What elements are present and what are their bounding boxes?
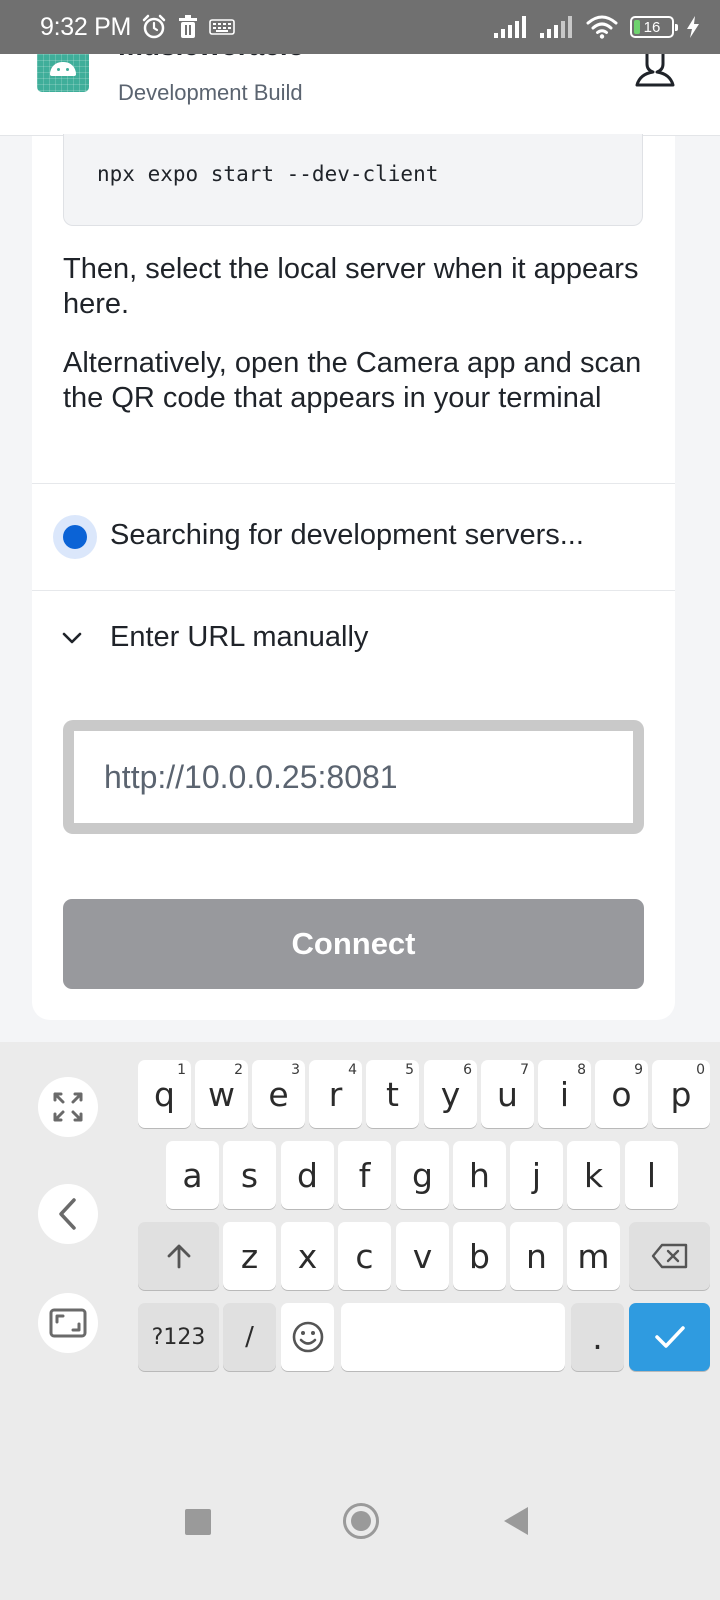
url-input[interactable] xyxy=(74,731,633,823)
emoji-key[interactable] xyxy=(281,1303,334,1371)
enter-key[interactable] xyxy=(629,1303,710,1371)
wifi-icon xyxy=(586,15,618,39)
key-w[interactable]: w2 xyxy=(195,1060,248,1128)
alternative-instruction-text: Alternatively, open the Camera app and s… xyxy=(63,347,642,414)
enter-url-toggle[interactable]: Enter URL manually xyxy=(32,591,675,691)
expand-icon xyxy=(53,1092,83,1122)
key-f[interactable]: f xyxy=(338,1141,391,1209)
searching-text: Searching for development servers... xyxy=(110,519,584,551)
instruction-text: Then, select the local server when it ap… xyxy=(63,253,639,320)
command-box: npx expo start --dev-client xyxy=(63,134,643,226)
dev-servers-card: npx expo start --dev-client Then, select… xyxy=(32,134,675,1020)
status-time: 9:32 PM xyxy=(40,12,132,41)
key-o[interactable]: o9 xyxy=(595,1060,648,1128)
enter-url-label: Enter URL manually xyxy=(110,621,369,653)
key-k[interactable]: k xyxy=(567,1141,620,1209)
status-bar: 9:32 PM 16 xyxy=(0,0,720,54)
chevron-down-icon xyxy=(62,632,82,644)
key-g[interactable]: g xyxy=(396,1141,449,1209)
status-icons-right: 16 xyxy=(494,15,700,39)
trash-icon xyxy=(179,15,198,38)
searching-indicator xyxy=(53,515,97,559)
key-c[interactable]: c xyxy=(338,1222,391,1290)
user-icon[interactable] xyxy=(634,54,676,88)
signal-icon xyxy=(494,16,526,38)
status-icons-left xyxy=(141,14,235,40)
key-e[interactable]: e3 xyxy=(252,1060,305,1128)
key-m[interactable]: m xyxy=(567,1222,620,1290)
backspace-key[interactable] xyxy=(629,1222,710,1290)
key-l[interactable]: l xyxy=(625,1141,678,1209)
back-arrow-icon xyxy=(59,1198,76,1230)
backspace-icon xyxy=(651,1243,687,1269)
key-r[interactable]: r4 xyxy=(309,1060,362,1128)
command-text: npx expo start --dev-client xyxy=(97,162,439,186)
keyboard-icon xyxy=(209,19,235,35)
check-icon xyxy=(654,1326,685,1348)
recents-icon[interactable] xyxy=(185,1509,211,1535)
keyboard-back-button[interactable] xyxy=(38,1184,98,1244)
symbols-key[interactable]: ?123 xyxy=(138,1303,219,1371)
app-subtitle: Development Build xyxy=(118,80,303,105)
resize-icon xyxy=(49,1308,87,1338)
app-header: musicworaclo Development Build xyxy=(0,54,720,136)
signal-icon xyxy=(540,16,572,38)
back-icon[interactable] xyxy=(504,1507,528,1535)
key-h[interactable]: h xyxy=(453,1141,506,1209)
emoji-icon xyxy=(292,1321,323,1353)
home-icon[interactable] xyxy=(343,1503,379,1539)
key-n[interactable]: n xyxy=(510,1222,563,1290)
key-i[interactable]: i8 xyxy=(538,1060,591,1128)
key-x[interactable]: x xyxy=(281,1222,334,1290)
app-name: musicworaclo xyxy=(118,54,305,62)
key-q[interactable]: q1 xyxy=(138,1060,191,1128)
key-a[interactable]: a xyxy=(166,1141,219,1209)
charging-icon xyxy=(687,16,699,38)
key-z[interactable]: z xyxy=(223,1222,276,1290)
key-v[interactable]: v xyxy=(396,1222,449,1290)
battery-icon: 16 xyxy=(630,16,678,38)
key-j[interactable]: j xyxy=(510,1141,563,1209)
app-logo xyxy=(37,54,89,92)
url-field-frame xyxy=(63,720,644,834)
connect-button[interactable]: Connect xyxy=(63,899,644,989)
key-t[interactable]: t5 xyxy=(366,1060,419,1128)
shift-key[interactable] xyxy=(138,1222,219,1290)
key-y[interactable]: y6 xyxy=(424,1060,477,1128)
battery-level: 16 xyxy=(643,18,661,36)
key-b[interactable]: b xyxy=(453,1222,506,1290)
slash-key[interactable]: / xyxy=(223,1303,276,1371)
alarm-icon xyxy=(142,14,166,39)
key-s[interactable]: s xyxy=(223,1141,276,1209)
shift-arrow-icon xyxy=(167,1244,190,1269)
period-key[interactable]: . xyxy=(571,1303,624,1371)
expand-button[interactable] xyxy=(38,1077,98,1137)
key-u[interactable]: u7 xyxy=(481,1060,534,1128)
key-d[interactable]: d xyxy=(281,1141,334,1209)
searching-row: Searching for development servers... xyxy=(32,484,675,590)
space-key[interactable] xyxy=(341,1303,565,1371)
key-p[interactable]: p0 xyxy=(652,1060,710,1128)
resize-button[interactable] xyxy=(38,1293,98,1353)
